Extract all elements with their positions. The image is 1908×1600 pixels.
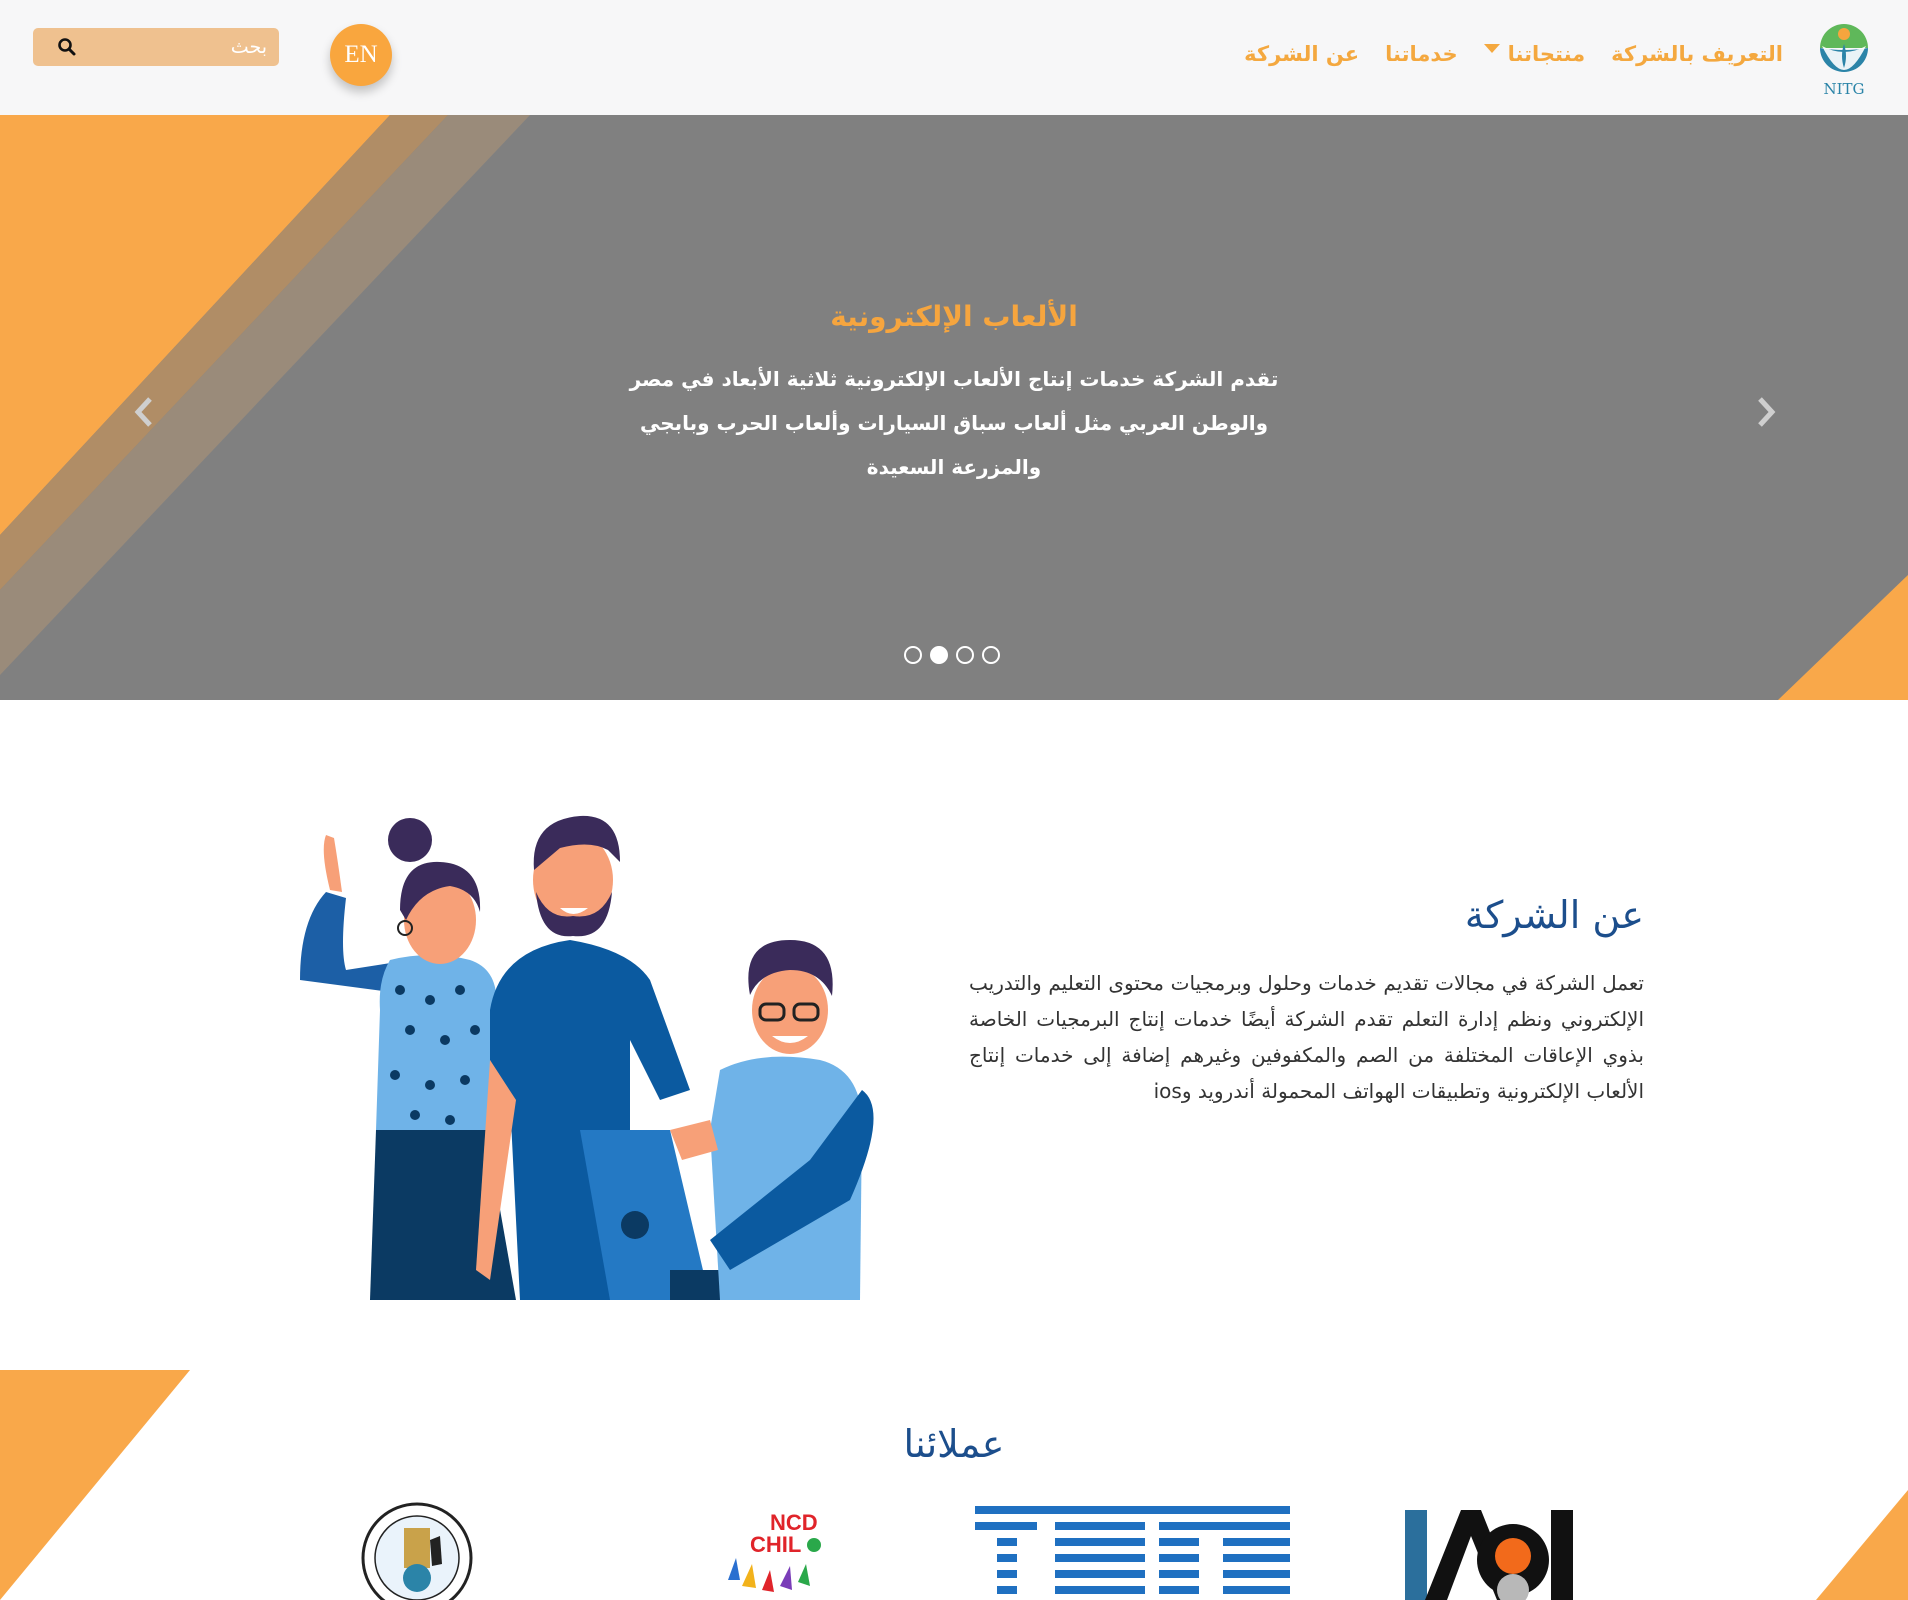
nav-products-dropdown[interactable]: منتجاتنا	[1483, 42, 1586, 66]
corner-decoration-left	[0, 1370, 190, 1600]
logo-text: NITG	[1823, 80, 1865, 98]
svg-text:CHIL: CHIL	[750, 1532, 801, 1557]
aoi-logo-icon[interactable]	[1405, 1500, 1575, 1600]
ibm-logo-icon[interactable]	[975, 1500, 1290, 1600]
ncd-child-logo-icon[interactable]: NCD CHIL	[722, 1500, 822, 1600]
nav-products-label: منتجاتنا	[1507, 42, 1586, 66]
site-header: NITG عن الشركة خدماتنا منتجاتنا التعريف …	[0, 0, 1908, 115]
nav-services[interactable]: خدماتنا	[1385, 42, 1458, 66]
about-heading: عن الشركة	[1464, 893, 1644, 937]
language-toggle-button[interactable]: EN	[330, 24, 392, 86]
slide-dot-3[interactable]	[956, 646, 974, 664]
main-nav: عن الشركة خدماتنا منتجاتنا التعريف بالشر…	[1244, 42, 1783, 66]
caret-down-icon	[1483, 43, 1500, 53]
slide-dot-1[interactable]	[904, 646, 922, 664]
nav-company-profile[interactable]: التعريف بالشركة	[1611, 42, 1783, 66]
search-input[interactable]	[81, 28, 271, 66]
partners-heading: عملائنا	[903, 1422, 1005, 1466]
slide-title: الألعاب الإلكترونية	[830, 300, 1078, 333]
team-illustration	[300, 815, 874, 1300]
nav-services-label: خدماتنا	[1385, 42, 1458, 66]
slide-text: تقدم الشركة خدمات إنتاج الألعاب الإلكترو…	[629, 367, 1279, 479]
hero-slider: الألعاب الإلكترونية تقدم الشركة خدمات إن…	[0, 115, 1908, 700]
slider-indicators	[904, 646, 1000, 664]
slide-dot-4[interactable]	[982, 646, 1000, 664]
nitg-logo[interactable]: NITG	[1814, 18, 1874, 98]
logo-mark-icon	[1820, 24, 1868, 72]
slide-dot-2[interactable]	[930, 646, 948, 664]
about-paragraph: تعمل الشركة في مجالات تقديم خدمات وحلول …	[969, 971, 1644, 1103]
search-icon[interactable]	[57, 37, 77, 57]
slider-prev-chevron-icon[interactable]	[124, 387, 164, 437]
egyptian-association-seal-icon[interactable]	[360, 1500, 475, 1600]
slider-next-chevron-icon[interactable]	[1746, 387, 1786, 437]
nav-about-label: عن الشركة	[1244, 42, 1360, 66]
nav-company-profile-label: التعريف بالشركة	[1611, 42, 1783, 66]
search-box	[33, 28, 279, 66]
corner-decoration-right	[1816, 1490, 1908, 1600]
nav-about[interactable]: عن الشركة	[1244, 42, 1359, 66]
